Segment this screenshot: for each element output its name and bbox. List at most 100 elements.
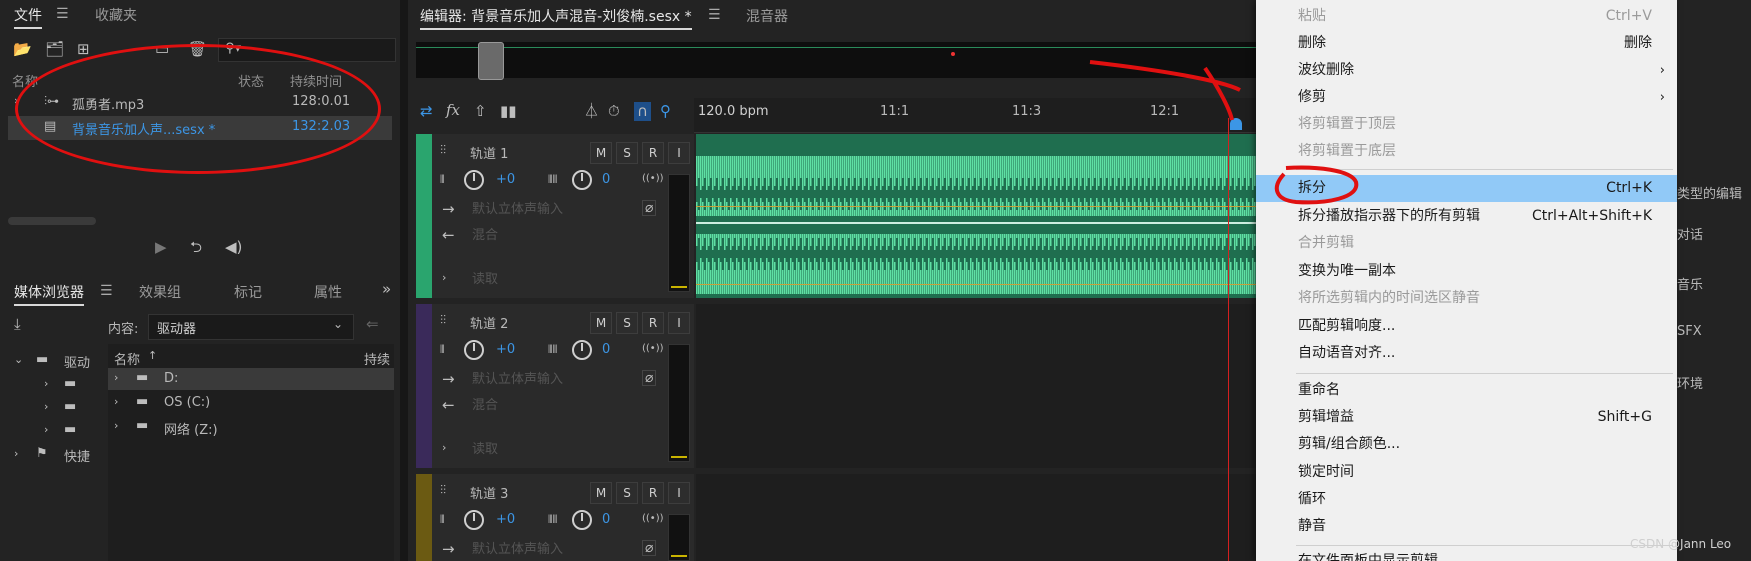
menu-item-trim[interactable]: 修剪 ›: [1256, 84, 1677, 111]
solo-button[interactable]: S: [616, 142, 638, 164]
record-button[interactable]: R: [642, 482, 664, 504]
tree-item-shortcuts[interactable]: 快捷: [64, 446, 90, 465]
solo-button[interactable]: S: [616, 482, 638, 504]
menu-item-lock-time[interactable]: 锁定时间: [1256, 459, 1677, 486]
track-name[interactable]: 轨道 1: [470, 143, 508, 162]
stereo-icon[interactable]: ((•)): [642, 174, 664, 184]
tab-mixer[interactable]: 混音器: [746, 6, 788, 26]
play-icon[interactable]: ▶: [155, 240, 167, 255]
expand-arrow-icon[interactable]: ›: [114, 372, 118, 383]
fx-icon[interactable]: fx: [446, 103, 460, 118]
phase-icon[interactable]: ⌀: [642, 200, 657, 216]
autoplay-icon[interactable]: ◀): [225, 240, 242, 255]
menu-item-delete[interactable]: 删除 删除: [1256, 30, 1677, 57]
menu-item-unique-copy[interactable]: 变换为唯一副本: [1256, 258, 1677, 285]
menu-item-rename[interactable]: 重命名: [1256, 377, 1677, 404]
volume-knob[interactable]: [464, 510, 484, 530]
menu-item-auto-speech-align[interactable]: 自动语音对齐...: [1256, 340, 1677, 367]
tree-item-drives[interactable]: 驱动: [64, 352, 90, 371]
panel-item[interactable]: 对话: [1677, 224, 1703, 243]
menu-item-merge[interactable]: 合并剪辑: [1256, 230, 1677, 257]
phase-icon[interactable]: ⌀: [642, 370, 657, 386]
stereo-icon[interactable]: ((•)): [642, 514, 664, 524]
menu-item-bring-to-front[interactable]: 将剪辑置于顶层: [1256, 111, 1677, 138]
menu-item-clip-color[interactable]: 剪辑/组合颜色...: [1256, 431, 1677, 458]
new-file-icon[interactable]: ⊞: [77, 42, 90, 57]
menu-item-loop[interactable]: 循环: [1256, 486, 1677, 513]
collapse-arrow-icon[interactable]: ⌄: [14, 354, 23, 365]
col-duration-header[interactable]: 持续: [364, 349, 390, 368]
loop-icon[interactable]: ⮌: [190, 240, 202, 255]
expand-arrow-icon[interactable]: ›: [14, 448, 18, 459]
automation-select[interactable]: 读取: [464, 269, 632, 291]
track-output-select[interactable]: 混合: [464, 225, 632, 247]
track-input-select[interactable]: 默认立体声输入: [464, 369, 632, 391]
expand-arrow-icon[interactable]: ›: [442, 272, 446, 283]
panel-divider[interactable]: [400, 0, 408, 561]
menu-item-silence-selection[interactable]: 将所选剪辑内的时间选区静音: [1256, 285, 1677, 312]
record-button[interactable]: R: [642, 142, 664, 164]
back-arrow-icon[interactable]: ⇐: [366, 317, 379, 332]
automation-select[interactable]: 读取: [464, 439, 632, 461]
expand-arrow-icon[interactable]: ›: [44, 424, 48, 435]
track-input-select[interactable]: 默认立体声输入: [464, 539, 632, 561]
tab-effects[interactable]: 效果组: [139, 282, 181, 302]
mute-button[interactable]: M: [590, 142, 612, 164]
track-2-lane[interactable]: [696, 304, 1256, 468]
track-name[interactable]: 轨道 3: [470, 483, 508, 502]
send-icon[interactable]: ⇧: [474, 104, 487, 119]
timer-icon[interactable]: ⏱: [608, 104, 620, 119]
pan-knob[interactable]: [572, 510, 592, 530]
files-scrollbar[interactable]: [8, 217, 96, 225]
content-select[interactable]: 驱动器 ⌄: [148, 314, 354, 340]
open-folder-icon[interactable]: 📂: [13, 42, 32, 57]
tab-editor[interactable]: 编辑器: 背景音乐加人声混音-刘俊楠.sesx *: [420, 6, 692, 30]
expand-arrow-icon[interactable]: ›: [442, 442, 446, 453]
volume-knob[interactable]: [464, 340, 484, 360]
pan-knob[interactable]: [572, 340, 592, 360]
sync-icon[interactable]: ⇄: [420, 104, 433, 119]
menu-item-ripple-delete[interactable]: 波纹删除 ›: [1256, 57, 1677, 84]
pan-value[interactable]: 0: [602, 512, 610, 527]
expand-arrow-icon[interactable]: ›: [114, 396, 118, 407]
eq-icon[interactable]: ▮▮: [500, 104, 517, 119]
snap-icon[interactable]: ∩: [634, 102, 651, 121]
menu-item-clip-gain[interactable]: 剪辑增益 Shift+G: [1256, 404, 1677, 431]
files-panel-menu-icon[interactable]: ☰: [56, 6, 69, 22]
more-tabs-icon[interactable]: »: [382, 282, 391, 297]
stereo-icon[interactable]: ((•)): [642, 344, 664, 354]
expand-arrow-icon[interactable]: ›: [44, 401, 48, 412]
solo-button[interactable]: S: [616, 312, 638, 334]
panel-item[interactable]: 类型的编辑: [1677, 183, 1742, 202]
pan-knob[interactable]: [572, 170, 592, 190]
mute-button[interactable]: M: [590, 312, 612, 334]
list-item[interactable]: › ▬ OS (C:): [108, 392, 394, 414]
media-panel-menu-icon[interactable]: ☰: [100, 283, 113, 299]
col-name-header[interactable]: 名称: [114, 349, 140, 368]
menu-item-paste[interactable]: 粘贴 Ctrl+V: [1256, 3, 1677, 30]
panel-item[interactable]: 音乐: [1677, 274, 1703, 293]
mute-button[interactable]: M: [590, 482, 612, 504]
pan-value[interactable]: 0: [602, 172, 610, 187]
track-name[interactable]: 轨道 2: [470, 313, 508, 332]
volume-value[interactable]: +0: [496, 512, 515, 527]
volume-value[interactable]: +0: [496, 172, 515, 187]
editor-menu-icon[interactable]: ☰: [708, 7, 721, 23]
menu-item-mute[interactable]: 静音: [1256, 513, 1677, 540]
tab-media-browser[interactable]: 媒体浏览器: [14, 282, 84, 306]
track-3-lane[interactable]: [696, 474, 1256, 561]
tab-files[interactable]: 文件: [14, 5, 42, 29]
menu-item-match-loudness[interactable]: 匹配剪辑响度...: [1256, 313, 1677, 340]
tab-properties[interactable]: 属性: [314, 282, 342, 302]
import-icon[interactable]: 🗂: [45, 42, 64, 57]
download-icon[interactable]: ⤓: [14, 317, 21, 332]
pan-value[interactable]: 0: [602, 342, 610, 357]
track-input-select[interactable]: 默认立体声输入: [464, 199, 632, 221]
list-item[interactable]: › ▬ 网络 (Z:): [108, 416, 394, 438]
input-monitor-button[interactable]: I: [668, 142, 690, 164]
panel-item[interactable]: 环境: [1677, 373, 1703, 392]
menu-item-show-in-files[interactable]: 在文件面板中显示剪辑: [1256, 548, 1677, 561]
metronome-icon[interactable]: ⏃: [584, 104, 599, 119]
zoom-handle[interactable]: [478, 42, 504, 80]
volume-value[interactable]: +0: [496, 342, 515, 357]
